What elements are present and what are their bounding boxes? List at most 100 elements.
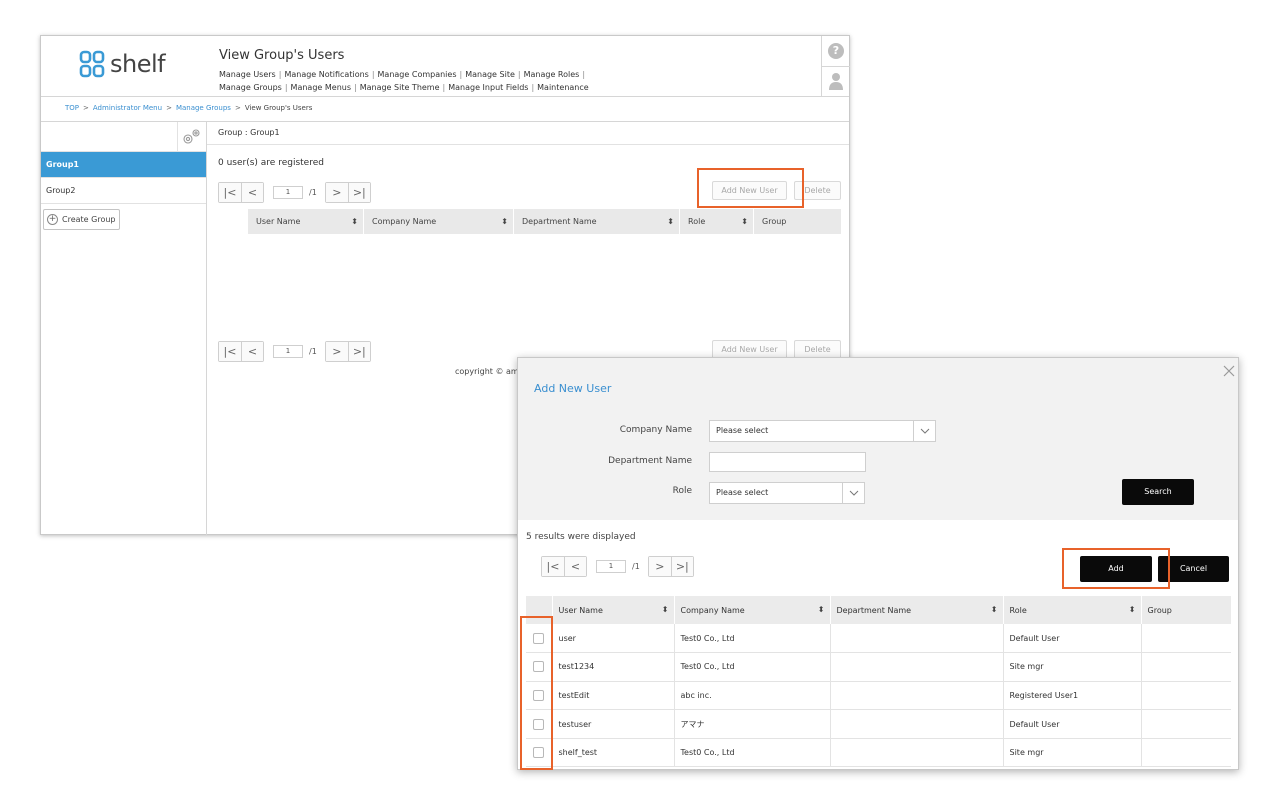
create-group-label: Create Group [62,215,116,224]
company-cell: Test0 Co., Ltd [674,738,831,768]
table-row[interactable]: test1234 Test0 Co., Ltd Site mgr [526,652,1231,682]
sort-icon[interactable]: ⬍ [667,209,674,234]
divider [822,66,850,67]
sort-icon[interactable]: ⬍ [741,209,748,234]
department-name-input[interactable] [709,452,866,472]
add-button[interactable]: Add [1080,556,1152,582]
user-icon[interactable] [829,72,843,90]
nav-manage-notifications[interactable]: Manage Notifications [284,70,368,79]
nav-manage-groups[interactable]: Manage Groups [219,83,282,92]
prev-page-button[interactable]: < [241,183,263,202]
breadcrumb: TOP > Administrator Menu > Manage Groups > Vie… [65,104,312,112]
search-panel: Add New User Company Name Please select … [518,358,1238,520]
divider [177,122,178,152]
last-page-button[interactable]: >| [347,342,370,361]
sort-icon[interactable]: ⬍ [818,596,825,624]
column-company-name[interactable]: Company Name ⬍ [674,596,831,624]
group-cell [1141,624,1231,654]
column-label: Group [1147,605,1172,615]
company-name-select[interactable]: Please select [709,420,936,442]
logo[interactable]: shelf [79,50,166,78]
help-icon[interactable]: ? [828,43,844,59]
company-cell: abc inc. [674,681,831,711]
sort-icon[interactable]: ⬍ [501,209,508,234]
role-select[interactable]: Please select [709,482,865,504]
breadcrumb-top[interactable]: TOP [65,104,79,112]
nav-manage-input-fields[interactable]: Manage Input Fields [448,83,528,92]
chevron-down-icon [842,483,864,503]
create-group-button[interactable]: + Create Group [43,209,121,230]
nav-separator: | [354,83,357,92]
nav-manage-site-theme[interactable]: Manage Site Theme [360,83,440,92]
last-page-button[interactable]: >| [347,183,370,202]
page-number-input[interactable]: 1 [596,560,626,573]
table-row[interactable]: testEdit abc inc. Registered User1 [526,681,1231,711]
next-page-button[interactable]: > [325,183,348,202]
column-company-name[interactable]: Company Name ⬍ [364,209,514,234]
prev-page-button[interactable]: < [241,342,263,361]
nav-manage-companies[interactable]: Manage Companies [378,70,457,79]
results-count: 5 results were displayed [526,532,636,542]
sort-icon[interactable]: ⬍ [1129,596,1136,624]
first-page-button[interactable]: |< [542,557,564,576]
column-user-name[interactable]: User Name ⬍ [552,596,675,624]
close-icon[interactable] [1222,364,1236,378]
search-button[interactable]: Search [1122,479,1194,505]
nav-manage-roles[interactable]: Manage Roles [524,70,580,79]
logo-text: shelf [110,50,166,78]
breadcrumb-manage-groups[interactable]: Manage Groups [176,104,231,112]
column-role[interactable]: Role ⬍ [1003,596,1142,624]
row-checkbox[interactable] [533,632,544,644]
sidebar-group-group1[interactable]: Group1 [41,152,206,178]
breadcrumb-separator: > [166,104,172,112]
nav-separator: | [582,70,586,79]
column-label: Role [688,217,706,226]
table-row[interactable]: testuser アマナ Default User [526,709,1231,739]
table-row[interactable]: shelf_test Test0 Co., Ltd Site mgr [526,738,1231,768]
delete-button[interactable]: Delete [794,181,841,200]
row-checkbox[interactable] [533,661,544,673]
breadcrumb-separator: > [234,104,241,112]
row-checkbox[interactable] [533,718,544,730]
add-new-user-button[interactable]: Add New User [712,181,787,200]
sort-icon[interactable]: ⬍ [991,596,998,624]
nav-manage-users[interactable]: Manage Users [219,70,276,79]
table-header-row: User Name ⬍ Company Name ⬍ Department Na… [526,596,1231,624]
first-page-button[interactable]: |< [219,183,241,202]
column-department-name[interactable]: Department Name ⬍ [514,209,680,234]
first-page-button[interactable]: |< [219,342,241,361]
sort-icon[interactable]: ⬍ [351,209,358,234]
plus-circle-icon: + [47,214,58,225]
prev-page-button[interactable]: < [564,557,586,576]
nav-manage-site[interactable]: Manage Site [465,70,515,79]
users-table-header: User Name ⬍ Company Name ⬍ Department Na… [248,209,841,234]
group-cell [1141,681,1231,711]
breadcrumb-admin-menu[interactable]: Administrator Menu [93,104,162,112]
group-sidebar: Group1 Group2 + Create Group [41,121,207,535]
next-page-button[interactable]: > [325,342,348,361]
table-row[interactable]: user Test0 Co., Ltd Default User [526,624,1231,654]
role-cell: Site mgr [1003,652,1142,682]
column-department-name[interactable]: Department Name ⬍ [830,596,1004,624]
page-number-input[interactable]: 1 [273,186,303,199]
breadcrumb-separator: > [83,104,89,112]
sort-icon[interactable]: ⬍ [662,596,669,624]
nav-maintenance[interactable]: Maintenance [537,83,589,92]
next-page-button[interactable]: > [648,557,671,576]
group-cell [1141,652,1231,682]
column-user-name[interactable]: User Name ⬍ [248,209,364,234]
nav-separator: | [284,83,288,92]
row-checkbox[interactable] [533,747,544,759]
role-cell: Default User [1003,709,1142,739]
row-checkbox[interactable] [533,689,544,701]
last-page-button[interactable]: >| [670,557,693,576]
nav-manage-menus[interactable]: Manage Menus [291,83,351,92]
cancel-button[interactable]: Cancel [1158,556,1229,582]
page-number-input[interactable]: 1 [273,345,303,358]
column-role[interactable]: Role ⬍ [680,209,754,234]
sidebar-group-group2[interactable]: Group2 [41,178,206,204]
gear-icon[interactable] [181,128,201,146]
user-name-cell: shelf_test [552,738,675,768]
column-group: Group [1141,596,1231,624]
select-cell [526,624,553,654]
